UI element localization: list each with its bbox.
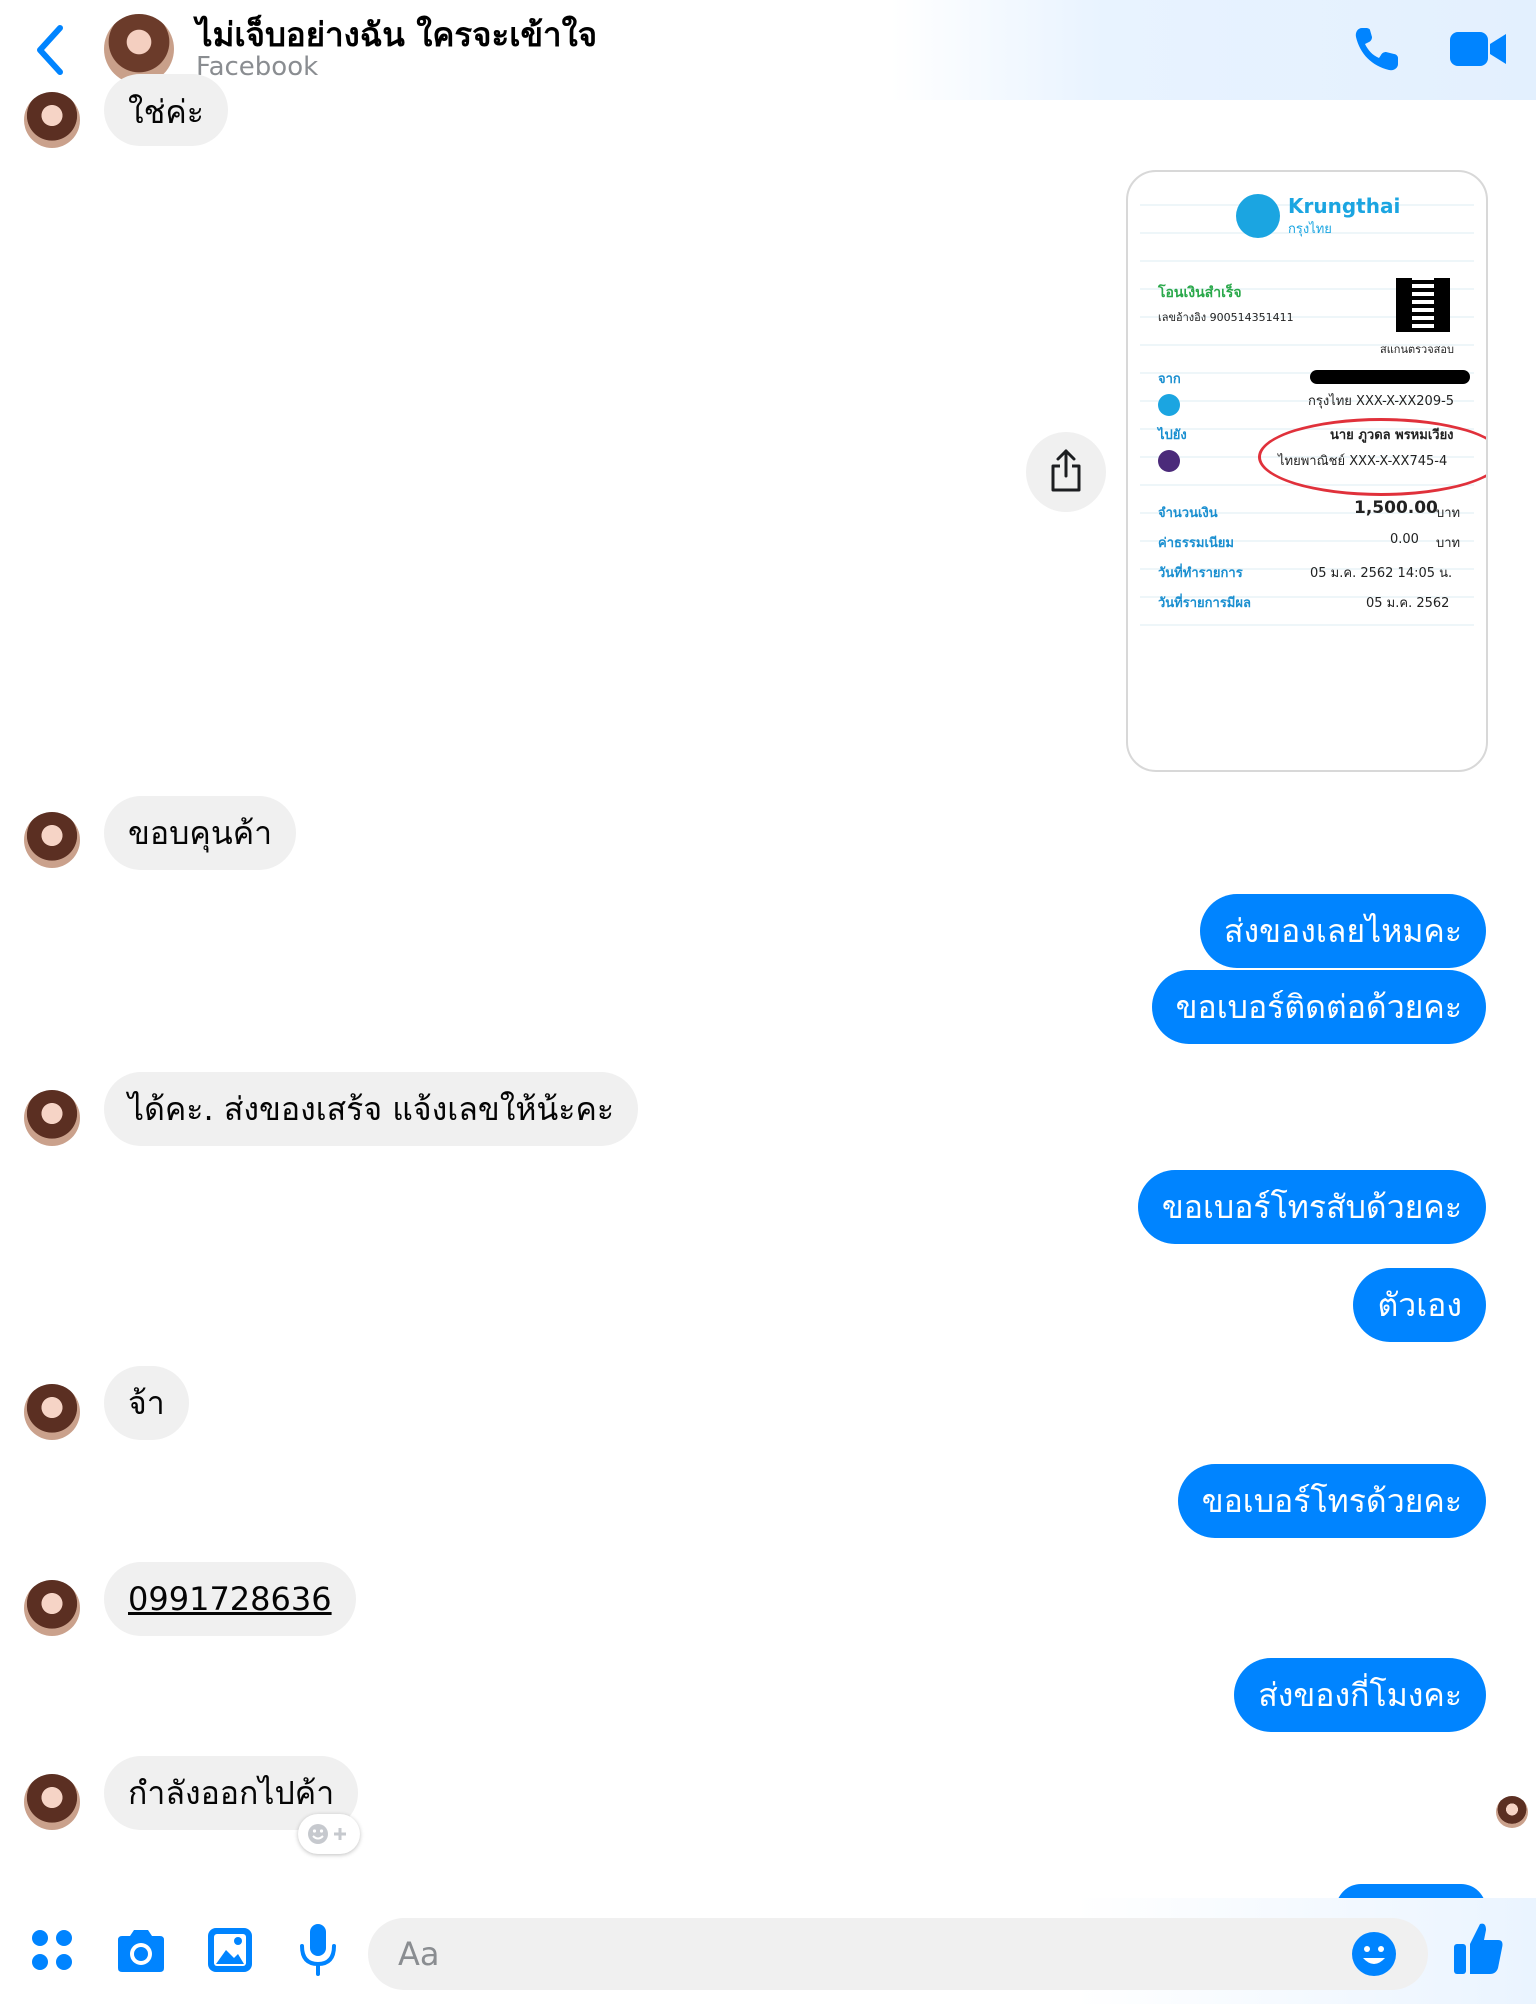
receipt-currency: บาท [1436, 536, 1461, 551]
receipt-ref: เลขอ้างอิง 900514351411 [1158, 311, 1294, 324]
outgoing-message[interactable]: ขอเบอร์โทรด้วยคะ [1177, 1464, 1486, 1538]
outgoing-message[interactable]: ส่งของเลยไหมคะ [1199, 894, 1486, 968]
emoji-icon[interactable] [1350, 1930, 1398, 1978]
receipt-status: โอนเงินสำเร็จ [1158, 285, 1242, 301]
microphone-icon[interactable] [298, 1922, 338, 1978]
share-button[interactable] [1026, 432, 1106, 512]
bank-icon [1158, 394, 1180, 416]
incoming-message[interactable]: จ้า [104, 1366, 189, 1440]
receipt-brand-th: กรุงไทย [1288, 222, 1332, 237]
receipt-body: Krungthai กรุงไทย โอนเงินสำเร็จ เลขอ้างอ… [1140, 182, 1486, 652]
sender-avatar[interactable] [24, 1774, 80, 1830]
phone-icon[interactable] [1352, 24, 1402, 74]
highlight-circle [1258, 418, 1486, 496]
receipt-currency: บาท [1436, 506, 1461, 521]
sender-avatar[interactable] [24, 1090, 80, 1146]
receipt-date-label: วันที่ทำรายการ [1158, 566, 1243, 581]
conversation-header: ไม่เจ็บอย่างฉัน ใครจะเข้าใจ Facebook [0, 0, 1536, 100]
sender-avatar[interactable] [24, 1580, 80, 1636]
receipt-to-label: ไปยัง [1158, 428, 1187, 443]
sender-avatar[interactable] [24, 812, 80, 868]
receipt-effective-date: 05 ม.ค. 2562 [1366, 596, 1450, 611]
message-composer: Aa [0, 1898, 1536, 2004]
sender-avatar[interactable] [24, 92, 80, 148]
contact-source: Facebook [196, 52, 319, 82]
receipt-effective-label: วันที่รายการมีผล [1158, 596, 1251, 611]
receipt-date: 05 ม.ค. 2562 14:05 น. [1310, 566, 1453, 581]
krungthai-logo [1236, 194, 1280, 238]
outgoing-message[interactable]: ตัวเอง [1353, 1268, 1486, 1342]
seen-indicator-avatar [1496, 1796, 1528, 1828]
video-icon[interactable] [1448, 28, 1508, 70]
receipt-amount-label: จำนวนเงิน [1158, 506, 1218, 521]
message-input[interactable]: Aa [368, 1918, 1428, 1990]
image-icon[interactable] [206, 1926, 254, 1974]
receipt-fee-label: ค่าธรรมเนียม [1158, 536, 1234, 551]
bank-icon [1158, 450, 1180, 472]
incoming-message[interactable]: ได้คะ. ส่งของเสร้จ แจ้งเลขให้น้ะคะ [104, 1072, 639, 1146]
receipt-from-label: จาก [1158, 372, 1181, 387]
receipt-scan-label: สแกนตรวจสอบ [1380, 343, 1454, 356]
add-reaction-button[interactable] [298, 1814, 360, 1854]
receipt-from-account: กรุงไทย XXX-X-XX209-5 [1308, 394, 1455, 409]
camera-icon[interactable] [114, 1928, 168, 1974]
incoming-message[interactable]: ใช่ค่ะ [104, 74, 228, 146]
message-input-placeholder: Aa [398, 1935, 440, 1973]
chevron-left-icon[interactable] [30, 22, 70, 78]
outgoing-message[interactable]: ขอเบอร์ติดต่อด้วยคะ [1151, 970, 1486, 1044]
receipt-amount: 1,500.00 [1354, 498, 1438, 518]
redaction-mark [1310, 370, 1470, 384]
outgoing-message[interactable]: ขอเบอร์โทรสับด้วยคะ [1137, 1170, 1486, 1244]
incoming-message[interactable]: ขอบคุนค้า [104, 796, 297, 870]
phone-number-message[interactable]: 0991728636 [104, 1562, 356, 1636]
outgoing-message[interactable]: ส่งของกี่โมงคะ [1234, 1658, 1486, 1732]
sender-avatar[interactable] [24, 1384, 80, 1440]
receipt-brand: Krungthai [1288, 194, 1401, 218]
thumbs-up-icon[interactable] [1452, 1920, 1506, 1976]
receipt-fee: 0.00 [1390, 532, 1419, 547]
add-reaction-icon [308, 1824, 346, 1844]
share-icon [1051, 449, 1081, 492]
qr-code [1396, 278, 1450, 332]
transfer-receipt-image[interactable]: Krungthai กรุงไทย โอนเงินสำเร็จ เลขอ้างอ… [1126, 170, 1488, 772]
four-dots-icon[interactable] [30, 1928, 76, 1974]
